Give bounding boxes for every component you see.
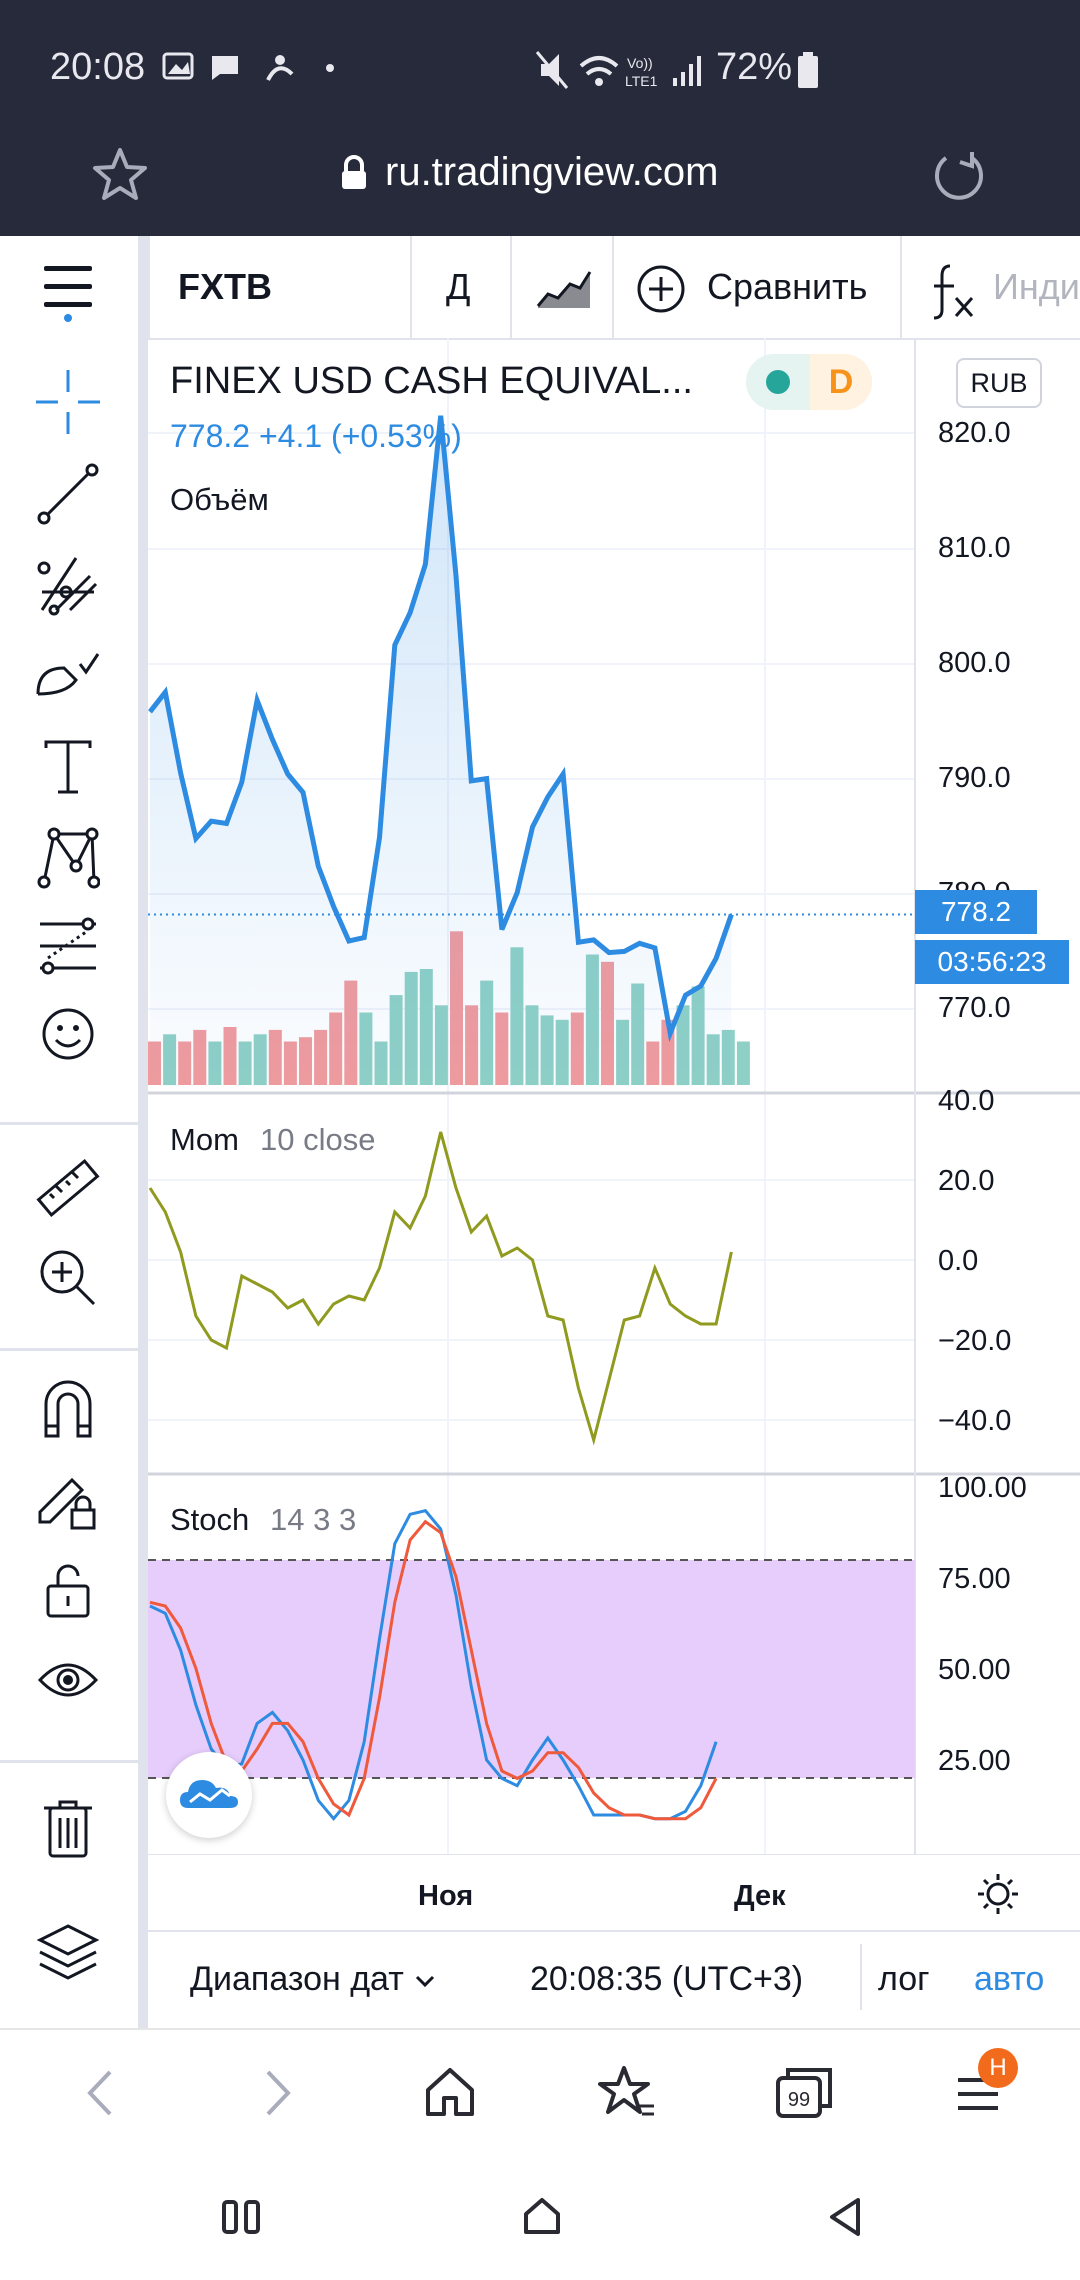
mom-axis-label: 40.0 xyxy=(938,1085,995,1117)
text-icon[interactable] xyxy=(36,736,100,800)
crosshair-icon[interactable] xyxy=(36,370,100,434)
auto-scale-toggle[interactable]: авто xyxy=(974,1960,1044,1999)
lock-drawings-icon[interactable] xyxy=(36,1468,100,1532)
home-button-icon[interactable] xyxy=(522,2196,562,2238)
function-icon[interactable] xyxy=(928,260,980,320)
chart-toolbar: FXTB Д Сравнить Инди xyxy=(0,236,1080,340)
price-axis-label: 800.0 xyxy=(938,647,1011,679)
reload-icon[interactable] xyxy=(932,148,986,202)
mom-axis-label: 0.0 xyxy=(938,1245,979,1277)
trash-icon[interactable] xyxy=(36,1796,100,1860)
back-button-icon[interactable] xyxy=(826,2196,866,2238)
settings-gear-icon[interactable] xyxy=(976,1872,1020,1916)
connectivity-icons: Vo)) LTE1 xyxy=(535,51,701,89)
chart-title: FINEX USD CASH EQUIVAL... xyxy=(170,360,693,402)
pitchfork-icon[interactable] xyxy=(36,552,100,616)
brush-icon[interactable] xyxy=(36,642,100,706)
bar-countdown-tag: 03:56:23 xyxy=(915,940,1069,984)
interval-button[interactable]: Д xyxy=(446,266,470,308)
last-price-tag: 778.2 xyxy=(915,890,1037,934)
stoch-axis-label: 75.00 xyxy=(938,1563,1011,1595)
menu-notification-badge: H xyxy=(978,2048,1018,2088)
battery-percent: 72% xyxy=(716,46,793,88)
time-axis-label: Дек xyxy=(734,1880,786,1912)
currency-badge[interactable]: RUB xyxy=(956,358,1042,408)
indicators-button[interactable]: Инди xyxy=(993,266,1080,308)
price-axis-label: 790.0 xyxy=(938,762,1011,794)
tradingview-logo-button[interactable] xyxy=(166,1752,252,1838)
mom-indicator-params: 10 close xyxy=(260,1122,376,1157)
price-axis-label: 770.0 xyxy=(938,992,1011,1024)
mom-indicator-name[interactable]: Mom xyxy=(170,1122,239,1158)
date-range-button[interactable]: Диапазон дат xyxy=(190,1960,437,1999)
browser-toolbar: 99 xyxy=(0,2028,1080,2154)
stoch-axis-label: 25.00 xyxy=(938,1745,1011,1777)
forward-arrow-icon[interactable] xyxy=(258,2068,298,2118)
magnet-icon[interactable] xyxy=(36,1378,100,1442)
compare-button[interactable]: Сравнить xyxy=(707,266,867,308)
home-icon[interactable] xyxy=(424,2066,476,2118)
stoch-indicator-name[interactable]: Stoch xyxy=(170,1502,249,1538)
volume-legend[interactable]: Объём xyxy=(170,482,269,518)
svg-text:LTE1: LTE1 xyxy=(625,73,658,89)
price-axis-label: 810.0 xyxy=(938,532,1011,564)
symbol-search-button[interactable]: FXTB xyxy=(178,266,272,308)
prediction-icon[interactable] xyxy=(36,914,100,978)
bookmarks-icon[interactable] xyxy=(598,2064,656,2122)
price-change-legend: 778.2 +4.1 (+0.53%) xyxy=(170,418,462,454)
panel-border xyxy=(138,236,148,2028)
price-axis-label: 820.0 xyxy=(938,417,1011,449)
emoji-icon[interactable] xyxy=(36,1002,100,1066)
stoch-band xyxy=(148,1560,915,1778)
drawing-tools-panel xyxy=(0,338,138,2028)
address-bar-url[interactable]: ru.tradingview.com xyxy=(385,150,718,195)
zoom-in-icon[interactable] xyxy=(36,1246,100,1310)
compare-plus-icon[interactable] xyxy=(636,264,686,314)
market-open-icon xyxy=(766,370,790,394)
pattern-icon[interactable] xyxy=(36,826,100,890)
notification-icons xyxy=(162,52,334,81)
mom-axis-label: −40.0 xyxy=(938,1405,1012,1437)
status-bar: 20:08 Vo)) LTE1 72% ru.tradingview.com xyxy=(0,0,1080,236)
market-status-pill[interactable]: D xyxy=(746,354,872,410)
volume-bar xyxy=(736,1041,750,1085)
svg-text:99: 99 xyxy=(788,2089,810,2111)
svg-text:Vo)): Vo)) xyxy=(627,55,653,71)
lock-icon xyxy=(342,155,366,189)
mom-series-line xyxy=(148,1131,733,1446)
mom-axis-label: 20.0 xyxy=(938,1165,995,1197)
menu-icon[interactable] xyxy=(42,264,94,322)
log-scale-toggle[interactable]: лог xyxy=(878,1960,930,1999)
timezone-clock[interactable]: 20:08:35 (UTC+3) xyxy=(530,1960,803,1999)
layers-icon[interactable] xyxy=(36,1920,100,1984)
stoch-indicator-params: 14 3 3 xyxy=(270,1502,357,1537)
cloud-chart-icon xyxy=(180,1780,238,1808)
recent-apps-icon[interactable] xyxy=(222,2200,262,2236)
market-status-label: D xyxy=(810,354,872,410)
time-axis-label: Ноя xyxy=(418,1880,474,1912)
stoch-axis-label: 50.00 xyxy=(938,1654,1011,1686)
battery-icon xyxy=(798,52,818,88)
eye-icon[interactable] xyxy=(36,1648,100,1712)
trend-line-icon[interactable] xyxy=(36,462,100,526)
system-navigation-bar xyxy=(0,2152,1080,2280)
ruler-icon[interactable] xyxy=(36,1156,100,1220)
status-time: 20:08 xyxy=(50,46,146,88)
tabs-icon[interactable]: 99 xyxy=(774,2064,836,2122)
chevron-down-icon xyxy=(416,1975,435,1988)
stoch-axis-label: 100.00 xyxy=(938,1472,1027,1504)
chart-style-icon[interactable] xyxy=(536,266,592,310)
back-arrow-icon[interactable] xyxy=(80,2068,120,2118)
mom-axis-label: −20.0 xyxy=(938,1325,1012,1357)
bookmark-star-icon[interactable] xyxy=(92,147,148,201)
unlock-icon[interactable] xyxy=(36,1558,100,1622)
